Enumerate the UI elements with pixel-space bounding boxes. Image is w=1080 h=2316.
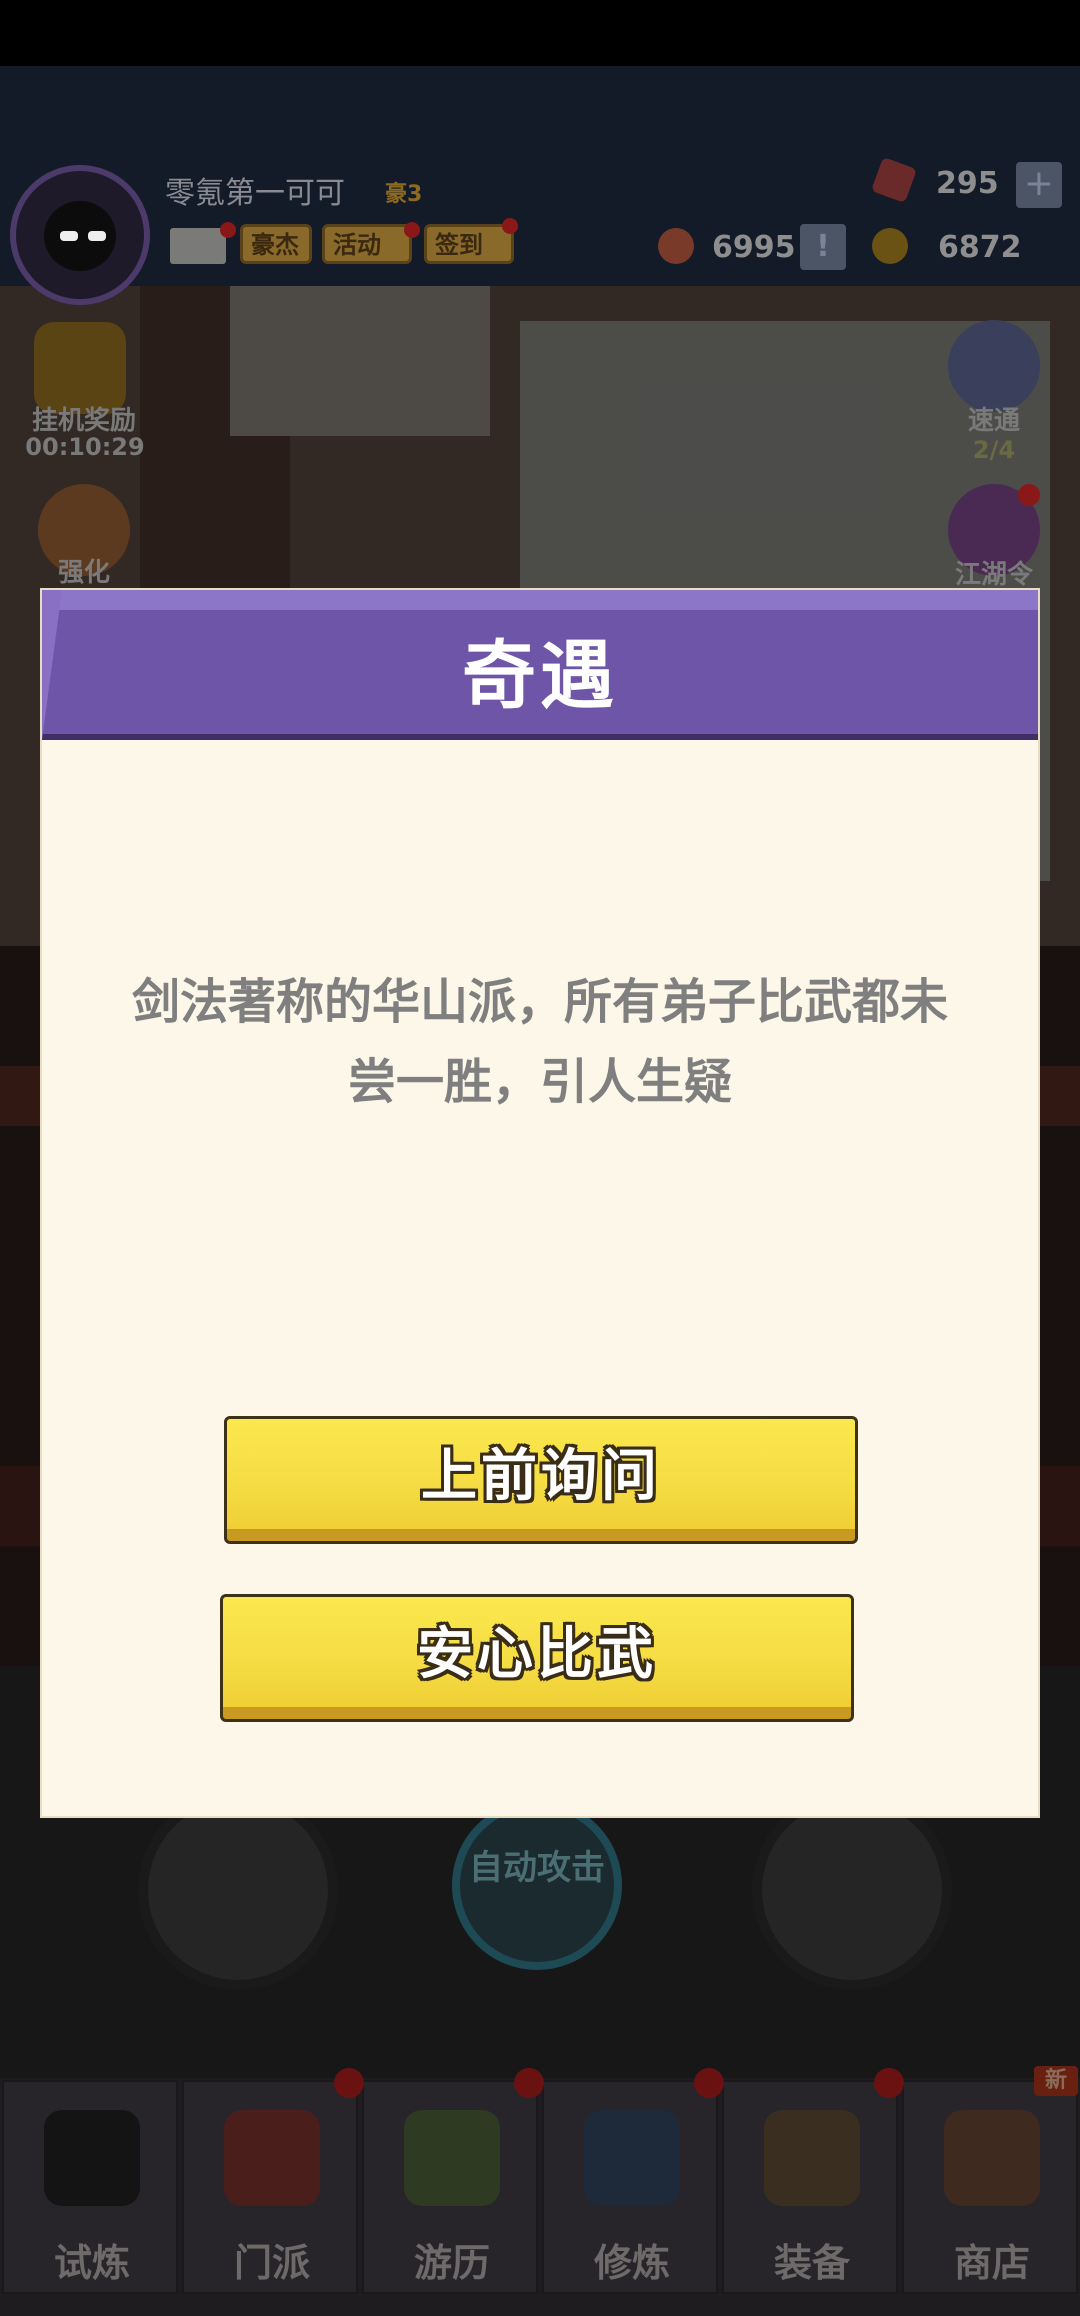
nav-label: 试炼	[53, 2241, 130, 2285]
move-right-button[interactable]	[752, 1790, 952, 1990]
player-name: 零氪第一可可	[165, 176, 345, 211]
jianghu-label: 江湖令	[954, 560, 1033, 590]
dialog-header: 奇遇	[42, 590, 1038, 740]
token-count: 6995	[712, 230, 796, 265]
nav-item-trial[interactable]: 试炼	[2, 2080, 178, 2294]
dialog-title: 奇遇	[462, 633, 618, 719]
notification-dot	[334, 2068, 364, 2098]
nav-label: 游历	[413, 2241, 490, 2285]
speedrun-progress: 2/4	[972, 436, 1016, 464]
auto-attack-button[interactable]: 自动攻击	[452, 1800, 622, 1970]
strengthen-label: 强化	[57, 558, 110, 588]
scroll-icon	[584, 2110, 680, 2206]
notification-dot	[1018, 484, 1040, 506]
nav-label: 修炼	[593, 2241, 670, 2285]
checkin-button[interactable]: 签到	[424, 224, 514, 264]
notification-dot	[220, 222, 236, 238]
coin-count: 6872	[938, 230, 1022, 265]
gem-count: 295	[936, 166, 999, 201]
compete-choice-button[interactable]: 安心比武	[220, 1594, 854, 1722]
notification-dot	[694, 2068, 724, 2098]
nav-item-cultivate[interactable]: 修炼	[542, 2080, 718, 2294]
notification-dot	[502, 218, 518, 234]
idle-reward-label: 挂机奖励	[31, 406, 136, 436]
token-icon	[658, 228, 694, 264]
ask-choice-button[interactable]: 上前询问	[224, 1416, 858, 1544]
nav-item-travel[interactable]: 游历	[362, 2080, 538, 2294]
ninja-icon	[44, 2110, 140, 2206]
add-gems-button[interactable]: +	[1016, 162, 1062, 208]
heroes-button[interactable]: 豪杰	[240, 224, 312, 264]
avatar-eye	[88, 231, 106, 241]
nav-item-shop[interactable]: 商店	[902, 2080, 1078, 2294]
idle-reward-timer: 00:10:29	[25, 433, 145, 461]
player-avatar[interactable]	[10, 165, 150, 305]
nav-label: 门派	[233, 2241, 310, 2285]
game-screen: 零氪第一可可 豪3 豪杰 活动 签到 295 + 6995 ! 6872 挂机奖…	[0, 0, 1080, 2316]
sword-icon	[764, 2110, 860, 2206]
nav-item-sect[interactable]: 门派	[182, 2080, 358, 2294]
notification-dot	[404, 222, 420, 238]
nav-item-equipment[interactable]: 装备	[722, 2080, 898, 2294]
landscape-icon	[404, 2110, 500, 2206]
player-rank: 豪3	[385, 182, 423, 207]
notification-dot	[514, 2068, 544, 2098]
token-info-button[interactable]: !	[800, 224, 846, 270]
coin-icon	[872, 228, 908, 264]
speedrun-label: 速通	[967, 406, 1020, 436]
encounter-dialog: 奇遇 剑法著称的华山派，所有弟子比武都未尝一胜，引人生疑 上前询问 安心比武	[42, 590, 1038, 1816]
mail-icon[interactable]	[170, 228, 226, 264]
temple-icon	[224, 2110, 320, 2206]
notification-dot	[874, 2068, 904, 2098]
speedrun-icon[interactable]	[948, 320, 1040, 412]
nav-label: 商店	[953, 2241, 1030, 2285]
move-left-button[interactable]	[138, 1790, 338, 1990]
nav-label: 装备	[773, 2241, 850, 2285]
avatar-eye	[60, 231, 78, 241]
dialog-message: 剑法著称的华山派，所有弟子比武都未尝一胜，引人生疑	[132, 974, 949, 1110]
shop-icon	[944, 2110, 1040, 2206]
header-highlight	[42, 590, 1038, 610]
status-bar	[0, 0, 1080, 66]
events-button[interactable]: 活动	[322, 224, 412, 264]
new-badge: 新	[1034, 2066, 1078, 2096]
